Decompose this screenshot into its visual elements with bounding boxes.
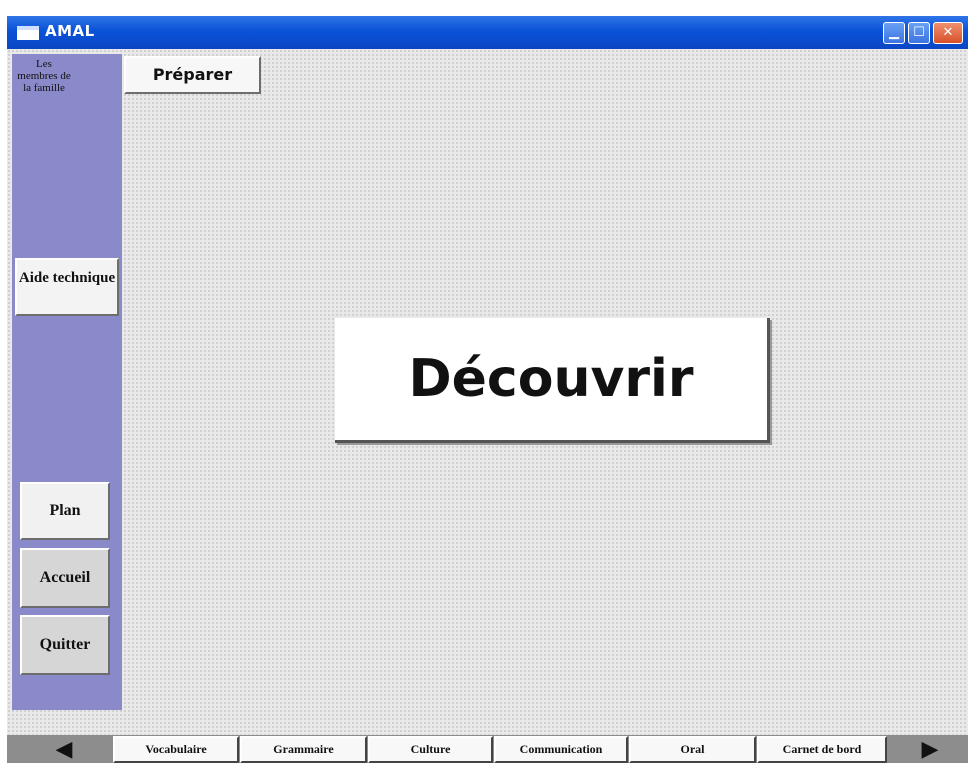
app-window-icon	[17, 26, 39, 40]
close-icon: ✕	[942, 25, 954, 40]
prepare-button[interactable]: Préparer	[124, 56, 261, 94]
next-arrow-icon[interactable]: ▶	[910, 738, 950, 762]
home-button[interactable]: Accueil	[20, 548, 110, 608]
tab-grammaire[interactable]: Grammaire	[240, 736, 367, 763]
lesson-title: Les membres de la famille	[17, 58, 71, 94]
tab-vocabulaire[interactable]: Vocabulaire	[113, 736, 239, 763]
minimize-button[interactable]: ▁	[883, 22, 905, 44]
window-title: AMAL	[45, 22, 95, 40]
minimize-icon: ▁	[889, 25, 899, 40]
tab-oral[interactable]: Oral	[629, 736, 756, 763]
quit-button[interactable]: Quitter	[20, 615, 110, 675]
technical-help-button[interactable]: Aide technique	[15, 258, 119, 316]
discover-button[interactable]: Découvrir	[335, 318, 770, 443]
tab-communication[interactable]: Communication	[494, 736, 628, 763]
plan-button[interactable]: Plan	[20, 482, 110, 540]
tab-carnet-de-bord[interactable]: Carnet de bord	[757, 736, 887, 763]
title-bar: AMAL ▁ ☐ ✕	[7, 16, 968, 49]
maximize-button[interactable]: ☐	[908, 22, 930, 44]
sidebar	[12, 54, 122, 710]
tab-culture[interactable]: Culture	[368, 736, 493, 763]
previous-arrow-icon[interactable]: ◀	[44, 738, 84, 762]
close-button[interactable]: ✕	[933, 22, 963, 44]
maximize-icon: ☐	[913, 25, 925, 40]
